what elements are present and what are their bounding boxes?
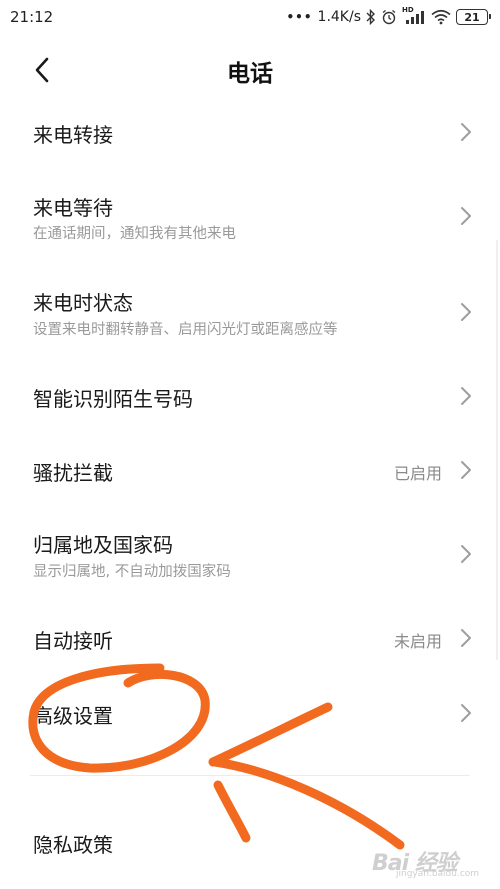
item-label: 自动接听 — [33, 629, 113, 653]
wifi-icon — [431, 9, 451, 25]
watermark-url: jingyan.baidu.com — [396, 869, 480, 879]
page-title: 电话 — [227, 61, 273, 87]
title-bar: 电话 — [0, 40, 500, 102]
chevron-right-icon — [461, 123, 471, 141]
chevron-right-icon — [461, 545, 471, 563]
dots-icon: ••• — [286, 10, 313, 24]
chevron-right-icon — [461, 387, 471, 405]
item-subtitle: 在通话期间，通知我有其他来电 — [33, 226, 236, 242]
battery-icon: 21 — [456, 9, 491, 25]
settings-item-location-country-code[interactable]: 归属地及国家码 显示归属地, 不自动加拨国家码 — [0, 514, 500, 594]
item-label: 隐私政策 — [33, 833, 113, 857]
settings-item-call-forwarding[interactable]: 来电转接 — [0, 102, 500, 162]
watermark: Bai 经验 jingyan.baidu.com — [372, 841, 492, 883]
item-status-value: 已启用 — [393, 464, 442, 483]
settings-item-call-waiting[interactable]: 来电等待 在通话期间，通知我有其他来电 — [0, 176, 500, 256]
chevron-right-icon — [461, 704, 471, 722]
item-label: 高级设置 — [33, 704, 113, 728]
chevron-right-icon — [461, 629, 471, 647]
item-subtitle: 显示归属地, 不自动加拨国家码 — [33, 564, 231, 580]
item-label: 来电等待 — [33, 196, 113, 220]
item-label: 来电转接 — [33, 123, 113, 147]
item-status-value: 未启用 — [393, 632, 442, 651]
chevron-right-icon — [461, 207, 471, 225]
signal-icon: HD — [402, 6, 426, 25]
settings-item-auto-answer[interactable]: 自动接听 未启用 — [0, 608, 500, 668]
status-icons: ••• 1.4K/s HD 21 — [286, 6, 491, 25]
chevron-right-icon — [461, 461, 471, 479]
settings-item-identify-unknown-numbers[interactable]: 智能识别陌生号码 — [0, 366, 500, 426]
section-divider — [30, 775, 470, 776]
bluetooth-icon — [366, 9, 375, 25]
status-time: 21:12 — [10, 8, 54, 26]
status-bar: 21:12 ••• 1.4K/s HD 21 — [0, 0, 500, 34]
item-label: 来电时状态 — [33, 291, 133, 315]
battery-level: 21 — [464, 10, 480, 24]
item-label: 智能识别陌生号码 — [33, 387, 193, 411]
item-subtitle: 设置来电时翻转静音、启用闪光灯或距离感应等 — [33, 322, 338, 338]
item-label: 归属地及国家码 — [33, 533, 173, 557]
settings-item-incoming-call-status[interactable]: 来电时状态 设置来电时翻转静音、启用闪光灯或距离感应等 — [0, 272, 500, 352]
scrollbar[interactable] — [496, 240, 498, 660]
item-label: 骚扰拦截 — [33, 461, 113, 485]
settings-item-spam-blocking[interactable]: 骚扰拦截 已启用 — [0, 440, 500, 500]
net-speed: 1.4K/s — [317, 9, 361, 25]
alarm-icon — [382, 9, 396, 25]
chevron-right-icon — [461, 303, 471, 321]
settings-item-advanced-settings[interactable]: 高级设置 — [0, 683, 500, 743]
